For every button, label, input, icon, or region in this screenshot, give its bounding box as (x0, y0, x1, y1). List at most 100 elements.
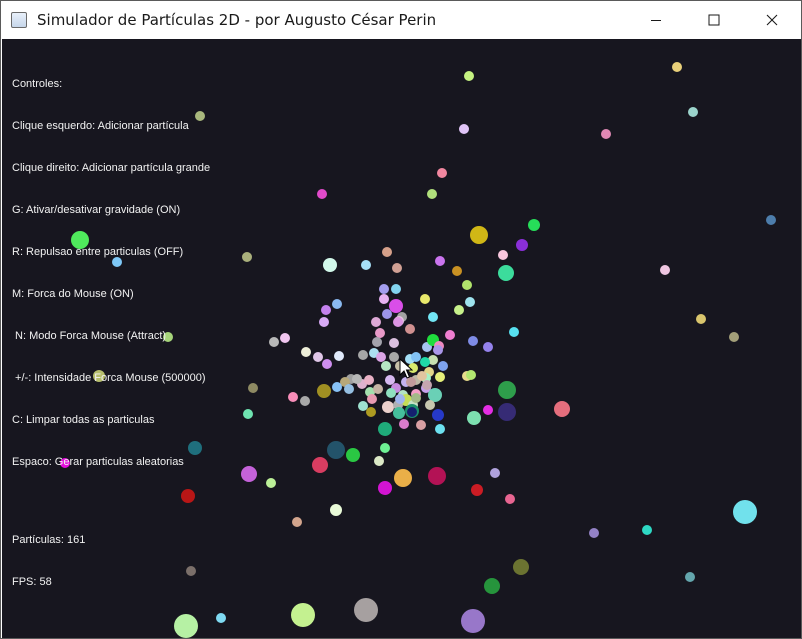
particle (332, 382, 342, 392)
particle (376, 352, 386, 362)
particle (483, 342, 493, 352)
particle (696, 314, 706, 324)
particle (364, 375, 374, 385)
particle (417, 371, 427, 381)
particle (528, 219, 540, 231)
particle (392, 263, 402, 273)
particle (243, 409, 253, 419)
particle (346, 448, 360, 462)
particle (269, 337, 279, 347)
particle (330, 504, 342, 516)
particle (554, 401, 570, 417)
particle (385, 375, 395, 385)
particle (317, 189, 327, 199)
particle (391, 284, 401, 294)
control-line-left-click: Clique esquerdo: Adicionar partícula (12, 120, 189, 132)
particle (291, 603, 315, 627)
maximize-button[interactable] (685, 1, 743, 39)
particle (465, 297, 475, 307)
particle (601, 129, 611, 139)
controls-header: Controles: (12, 78, 63, 90)
particle (405, 324, 415, 334)
particle (389, 299, 403, 313)
particle (437, 168, 447, 178)
particle (242, 252, 252, 262)
particle (395, 394, 405, 404)
particle (685, 572, 695, 582)
particle (266, 478, 276, 488)
particle (378, 422, 392, 436)
particle (393, 407, 405, 419)
particle (344, 384, 354, 394)
particle (332, 299, 342, 309)
particle (216, 613, 226, 623)
particle (313, 352, 323, 362)
particle (312, 457, 328, 473)
particle (407, 407, 417, 417)
particle (248, 383, 258, 393)
particle (467, 411, 481, 425)
particle (372, 337, 382, 347)
particle (317, 384, 331, 398)
control-line-gravity: G: Ativar/desativar gravidade (ON) (12, 204, 181, 216)
maximize-icon (708, 14, 720, 26)
control-line-clear: C: Limpar todas as particulas (12, 414, 155, 426)
particle (466, 370, 476, 380)
particle (733, 500, 757, 524)
particle (766, 215, 776, 225)
particle (589, 528, 599, 538)
particle (660, 265, 670, 275)
control-line-repulsion: R: Repulsao entre particulas (OFF) (12, 246, 184, 258)
particle (411, 393, 421, 403)
particle (301, 347, 311, 357)
window-title: Simulador de Partículas 2D - por Augusto… (37, 11, 437, 29)
particle (470, 226, 488, 244)
particle (729, 332, 739, 342)
particle (288, 392, 298, 402)
particle (334, 351, 344, 361)
title-bar[interactable]: Simulador de Partículas 2D - por Augusto… (1, 1, 801, 39)
particle (509, 327, 519, 337)
particle (321, 305, 331, 315)
particle (386, 388, 396, 398)
particle (292, 517, 302, 527)
particle (358, 401, 368, 411)
particle (280, 333, 290, 343)
window-controls (627, 1, 801, 39)
particle (389, 352, 399, 362)
particle (428, 312, 438, 322)
minimize-button[interactable] (627, 1, 685, 39)
particle (416, 420, 426, 430)
particle (367, 394, 377, 404)
close-button[interactable] (743, 1, 801, 39)
minimize-icon (651, 20, 661, 21)
particle (454, 305, 464, 315)
particle (319, 317, 329, 327)
particle (389, 338, 399, 348)
control-line-right-click: Clique direito: Adicionar partícula gran… (12, 162, 211, 174)
particle (420, 357, 430, 367)
particle (371, 317, 381, 327)
particle (438, 361, 448, 371)
particle (394, 469, 412, 487)
particle (498, 381, 516, 399)
particle (422, 380, 432, 390)
particle (379, 284, 389, 294)
particle (174, 614, 198, 638)
particle (428, 388, 442, 402)
particle (483, 405, 493, 415)
particle (672, 62, 682, 72)
control-line-mouse-mode: N: Modo Forca Mouse (Attract) (12, 330, 167, 342)
particle (498, 403, 516, 421)
control-line-mouse-force: M: Forca do Mouse (ON) (12, 288, 134, 300)
particle (374, 456, 384, 466)
particle (435, 372, 445, 382)
particle (427, 189, 437, 199)
particle (420, 294, 430, 304)
app-window: Simulador de Partículas 2D - por Augusto… (0, 0, 802, 639)
particle (380, 443, 390, 453)
simulation-canvas[interactable]: Controles: Clique esquerdo: Adicionar pa… (2, 39, 801, 638)
particle (435, 256, 445, 266)
particle (428, 467, 446, 485)
close-icon (766, 14, 778, 26)
